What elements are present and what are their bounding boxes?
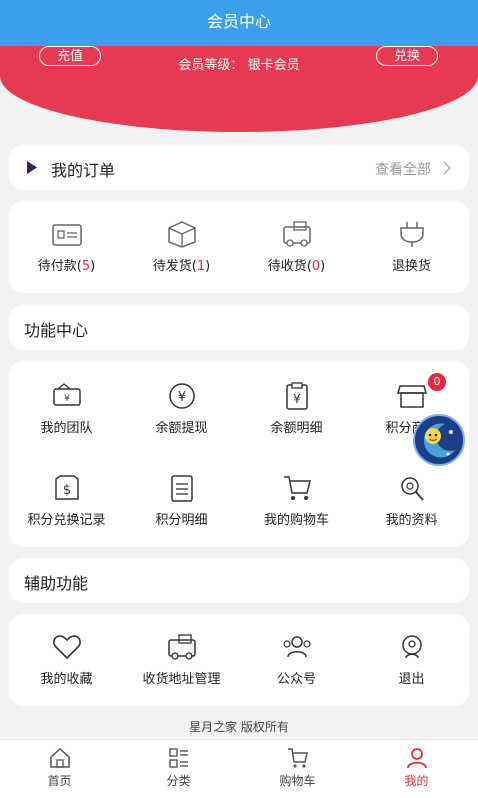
aux-functions-title: 辅助功能 [24, 574, 89, 593]
badge-count: 0 [428, 373, 446, 391]
copyright-text: 星月之家 版权所有 [189, 720, 289, 734]
cart-icon [287, 748, 308, 768]
triangle-icon [27, 161, 37, 174]
aux-label: 收货地址管理 [142, 672, 221, 687]
profile-icon [400, 477, 424, 501]
exit-icon [401, 635, 422, 659]
cart-icon [283, 476, 311, 500]
my-orders-title: 我的订单 [51, 161, 116, 180]
tab-mine[interactable]: 我的 [357, 746, 476, 789]
tab-label: 分类 [166, 774, 191, 788]
view-all-link[interactable]: 查看全部 [375, 159, 431, 179]
order-pending-shipment[interactable]: 待发货(1) [124, 219, 239, 274]
page-title: 会员中心 [206, 12, 271, 31]
user-icon [406, 748, 427, 769]
shop-icon [396, 385, 427, 408]
category-icon [168, 748, 188, 768]
order-pending-payment[interactable]: 待付款(5) [9, 219, 124, 274]
tab-cart[interactable]: 购物车 [238, 746, 357, 789]
my-orders-header[interactable]: 我的订单 查看全部 [9, 145, 469, 190]
top-bar: 会员中心 [0, 0, 478, 46]
people-icon [282, 636, 311, 658]
tab-home[interactable]: 首页 [0, 746, 119, 789]
yen-clipboard-icon: ¥ [285, 382, 308, 410]
function-center-card: ¥ 我的团队 ¥ 余额提现 ¥ 余额明细 积分商城 0 $ 积分兑换记录 积分明… [9, 361, 469, 547]
truck-icon [167, 634, 196, 660]
return-icon [399, 222, 424, 247]
wallet-icon [51, 224, 82, 246]
order-pending-receipt[interactable]: 待收货(0) [239, 219, 354, 274]
heart-icon [52, 635, 81, 660]
function-label: 我的团队 [40, 421, 93, 436]
order-status-label: 待发货 [152, 259, 192, 274]
aux-functions-header: 辅助功能 [9, 558, 469, 603]
floating-assistant-button[interactable] [413, 414, 465, 466]
official-account-item[interactable]: 公众号 [239, 632, 354, 687]
svg-text:¥: ¥ [293, 392, 301, 406]
tab-label: 我的 [404, 774, 429, 788]
tab-label: 首页 [47, 774, 72, 788]
tab-category[interactable]: 分类 [119, 746, 238, 789]
function-center-header: 功能中心 [9, 305, 469, 350]
logout-item[interactable]: 退出 [354, 632, 469, 687]
function-label: 积分明细 [155, 513, 208, 528]
aux-label: 我的收藏 [40, 672, 93, 687]
function-label: 余额明细 [270, 421, 323, 436]
order-status-label: 退换货 [391, 259, 431, 274]
my-cart-item[interactable]: 我的购物车 [239, 473, 354, 528]
order-status-label: 待收货 [267, 259, 307, 274]
function-label: 我的购物车 [263, 513, 329, 528]
balance-withdraw-item[interactable]: ¥ 余额提现 [124, 381, 239, 436]
chevron-right-icon [443, 161, 451, 175]
box-icon [167, 221, 196, 248]
my-team-item[interactable]: ¥ 我的团队 [9, 381, 124, 436]
address-management-item[interactable]: 收货地址管理 [124, 632, 239, 687]
member-level-label: 会员等级： [178, 58, 244, 73]
order-count: 5 [81, 259, 91, 274]
svg-text:¥: ¥ [64, 394, 70, 404]
balance-detail-item[interactable]: ¥ 余额明细 [239, 381, 354, 436]
order-count: 0 [311, 259, 321, 274]
order-returns[interactable]: 退换货 [354, 219, 469, 274]
orders-card: 待付款(5) 待发货(1) 待收货(0) 退换货 [9, 201, 469, 293]
aux-label: 公众号 [276, 672, 316, 687]
function-center-title: 功能中心 [24, 321, 89, 340]
member-level: 会员等级： 银卡会员 [0, 54, 478, 73]
order-status-label: 待付款 [37, 259, 77, 274]
dollar-bag-icon: $ [54, 475, 79, 500]
my-favorites-item[interactable]: 我的收藏 [9, 632, 124, 687]
ticket-icon: ¥ [52, 383, 81, 406]
order-count: 1 [196, 259, 206, 274]
my-profile-item[interactable]: 我的资料 [354, 473, 469, 528]
svg-text:$: $ [62, 483, 70, 498]
home-icon [49, 747, 70, 768]
member-level-value: 银卡会员 [247, 58, 300, 73]
tab-label: 购物车 [279, 774, 316, 788]
aux-label: 退出 [398, 672, 425, 687]
aux-functions-card: 我的收藏 收货地址管理 公众号 退出 [9, 614, 469, 706]
yen-refresh-icon: ¥ [168, 383, 195, 409]
function-label: 余额提现 [155, 421, 208, 436]
moon-mascot-icon [423, 423, 455, 458]
points-exchange-record-item[interactable]: $ 积分兑换记录 [9, 473, 124, 528]
list-icon [170, 475, 193, 502]
bottom-tab-bar: 首页 分类 购物车 我的 [0, 739, 478, 798]
function-label: 积分兑换记录 [27, 513, 106, 528]
points-detail-item[interactable]: 积分明细 [124, 473, 239, 528]
truck-icon [282, 221, 311, 247]
function-label: 我的资料 [385, 513, 438, 528]
svg-text:¥: ¥ [177, 390, 185, 405]
